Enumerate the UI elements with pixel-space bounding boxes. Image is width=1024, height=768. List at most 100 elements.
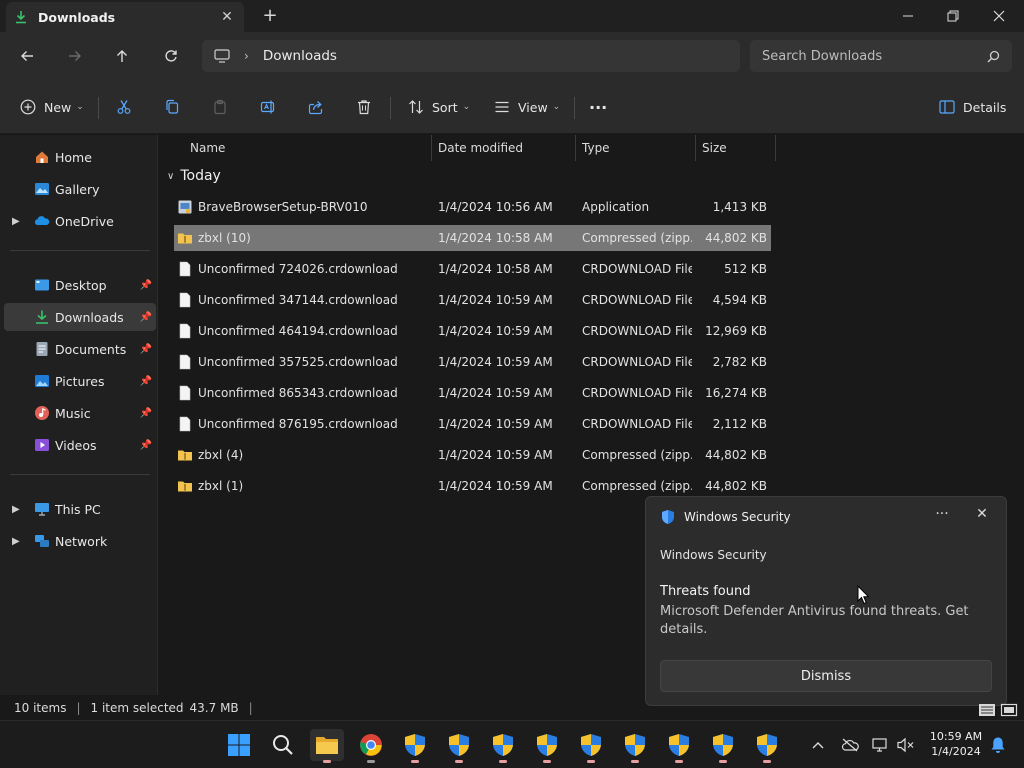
rename-button[interactable] — [260, 93, 276, 121]
details-view-icon[interactable] — [978, 702, 996, 718]
tray-network[interactable] — [871, 735, 891, 755]
dismiss-button[interactable]: Dismiss — [660, 660, 992, 692]
zip-folder-icon — [178, 481, 192, 492]
search-input[interactable] — [762, 48, 987, 64]
start-button[interactable] — [222, 729, 256, 761]
chevron-right-icon[interactable]: ▶ — [12, 504, 20, 515]
network-icon — [35, 535, 49, 547]
taskbar-security-window[interactable] — [574, 729, 608, 763]
sidebar-item-gallery[interactable]: Gallery — [4, 175, 156, 203]
address-bar[interactable]: › Downloads — [202, 40, 740, 72]
paste-icon — [214, 99, 226, 115]
forward-button[interactable] — [61, 44, 89, 68]
sidebar-item-videos[interactable]: Videos 📌 — [4, 431, 156, 459]
file-size: 2,782 KB — [712, 355, 767, 369]
view-button[interactable]: View ⌄ — [494, 93, 560, 121]
chevron-right-icon[interactable]: ▶ — [12, 216, 20, 227]
status-separator: | — [76, 701, 81, 715]
file-row[interactable]: Unconfirmed 876195.crdownload 1/4/2024 1… — [174, 411, 771, 437]
sidebar-item-label: Network — [55, 533, 108, 549]
breadcrumb-downloads[interactable]: Downloads — [263, 48, 337, 64]
minimize-button[interactable] — [885, 4, 931, 28]
file-name: zbxl (10) — [198, 231, 251, 245]
copy-button[interactable] — [164, 93, 180, 121]
taskbar-security-window[interactable] — [706, 729, 740, 763]
notifications-button[interactable] — [988, 735, 1008, 755]
taskbar-security-window[interactable] — [750, 729, 784, 763]
column-header-date[interactable]: Date modified — [432, 135, 576, 161]
cut-button[interactable] — [116, 93, 132, 121]
sidebar-item-label: Desktop — [55, 277, 107, 293]
search-box[interactable] — [750, 40, 1012, 72]
sidebar-item-label: Home — [55, 149, 92, 165]
up-button[interactable] — [108, 44, 136, 68]
new-button[interactable]: New ⌄ — [20, 93, 84, 121]
notification-more-button[interactable]: ··· — [932, 506, 952, 522]
column-header-size[interactable]: Size — [696, 135, 776, 161]
taskbar-chrome[interactable] — [354, 729, 388, 763]
taskbar-security-window[interactable] — [618, 729, 652, 763]
details-button[interactable]: Details — [939, 93, 1006, 121]
taskbar-clock[interactable]: 10:59 AM 1/4/2024 — [922, 729, 990, 759]
more-options-button[interactable]: ··· — [589, 93, 607, 121]
file-row[interactable]: BraveBrowserSetup-BRV010 1/4/2024 10:56 … — [174, 194, 771, 220]
pin-icon: 📌 — [139, 279, 152, 291]
taskbar-security-window[interactable] — [662, 729, 696, 763]
file-row[interactable]: Unconfirmed 347144.crdownload 1/4/2024 1… — [174, 287, 771, 313]
sidebar-item-network[interactable]: ▶ Network — [4, 527, 156, 555]
taskbar-security-window[interactable] — [530, 729, 564, 763]
file-row[interactable]: Unconfirmed 357525.crdownload 1/4/2024 1… — [174, 349, 771, 375]
file-size: 44,802 KB — [705, 231, 767, 245]
file-row[interactable]: Unconfirmed 865343.crdownload 1/4/2024 1… — [174, 380, 771, 406]
column-header-type[interactable]: Type — [576, 135, 696, 161]
sidebar-item-music[interactable]: Music 📌 — [4, 399, 156, 427]
network-status-icon — [872, 738, 887, 752]
taskbar-security-window[interactable] — [442, 729, 476, 763]
file-type: Compressed (zipp... — [582, 231, 692, 245]
tray-onedrive[interactable] — [840, 735, 860, 755]
music-icon — [35, 406, 49, 420]
taskbar-security-window[interactable] — [398, 729, 432, 763]
group-header-today[interactable]: ∨ Today — [167, 168, 221, 184]
sidebar-item-desktop[interactable]: Desktop 📌 — [4, 271, 156, 299]
sidebar-item-home[interactable]: Home — [4, 143, 156, 171]
tab-close-icon[interactable]: ✕ — [218, 9, 236, 25]
clock-time: 10:59 AM — [929, 730, 983, 743]
close-window-button[interactable] — [976, 4, 1022, 28]
tray-overflow-button[interactable] — [808, 735, 828, 755]
toolbar-divider — [390, 97, 391, 119]
sidebar-item-label: Videos — [55, 437, 97, 453]
sidebar-item-pictures[interactable]: Pictures 📌 — [4, 367, 156, 395]
scissors-icon — [117, 100, 131, 114]
new-tab-button[interactable]: + — [260, 5, 280, 26]
sidebar-item-documents[interactable]: Documents 📌 — [4, 335, 156, 363]
taskbar-search-button[interactable] — [266, 729, 300, 761]
notification-source: Windows Security — [660, 548, 767, 562]
delete-button[interactable] — [356, 93, 372, 121]
file-row[interactable]: Unconfirmed 724026.crdownload 1/4/2024 1… — [174, 256, 771, 282]
file-row[interactable]: Unconfirmed 464194.crdownload 1/4/2024 1… — [174, 318, 771, 344]
security-notification[interactable]: Windows Security ··· ✕ Windows Security … — [645, 496, 1007, 706]
column-header-name[interactable]: Name — [173, 135, 432, 161]
file-row[interactable]: zbxl (10) 1/4/2024 10:58 AM Compressed (… — [174, 225, 771, 251]
pin-icon: 📌 — [139, 343, 152, 355]
share-button[interactable] — [308, 93, 324, 121]
taskbar-file-explorer[interactable] — [310, 729, 344, 763]
chevron-right-icon[interactable]: ▶ — [12, 536, 20, 547]
tiles-view-icon[interactable] — [1000, 702, 1018, 718]
refresh-button[interactable] — [157, 44, 185, 68]
sidebar-item-onedrive[interactable]: ▶ OneDrive — [4, 207, 156, 235]
notification-close-button[interactable]: ✕ — [972, 506, 992, 522]
sort-button[interactable]: Sort ⌄ — [408, 93, 470, 121]
back-button[interactable] — [13, 44, 41, 68]
paste-button[interactable] — [212, 93, 228, 121]
video-icon — [35, 439, 49, 451]
sidebar-item-this-pc[interactable]: ▶ This PC — [4, 495, 156, 523]
restore-button[interactable] — [930, 4, 976, 28]
share-icon — [308, 101, 323, 115]
sidebar-item-downloads[interactable]: Downloads 📌 — [4, 303, 156, 331]
file-row[interactable]: zbxl (4) 1/4/2024 10:59 AM Compressed (z… — [174, 442, 771, 468]
tray-volume[interactable] — [896, 735, 916, 755]
taskbar-security-window[interactable] — [486, 729, 520, 763]
tab-downloads[interactable]: Downloads ✕ — [6, 2, 244, 32]
